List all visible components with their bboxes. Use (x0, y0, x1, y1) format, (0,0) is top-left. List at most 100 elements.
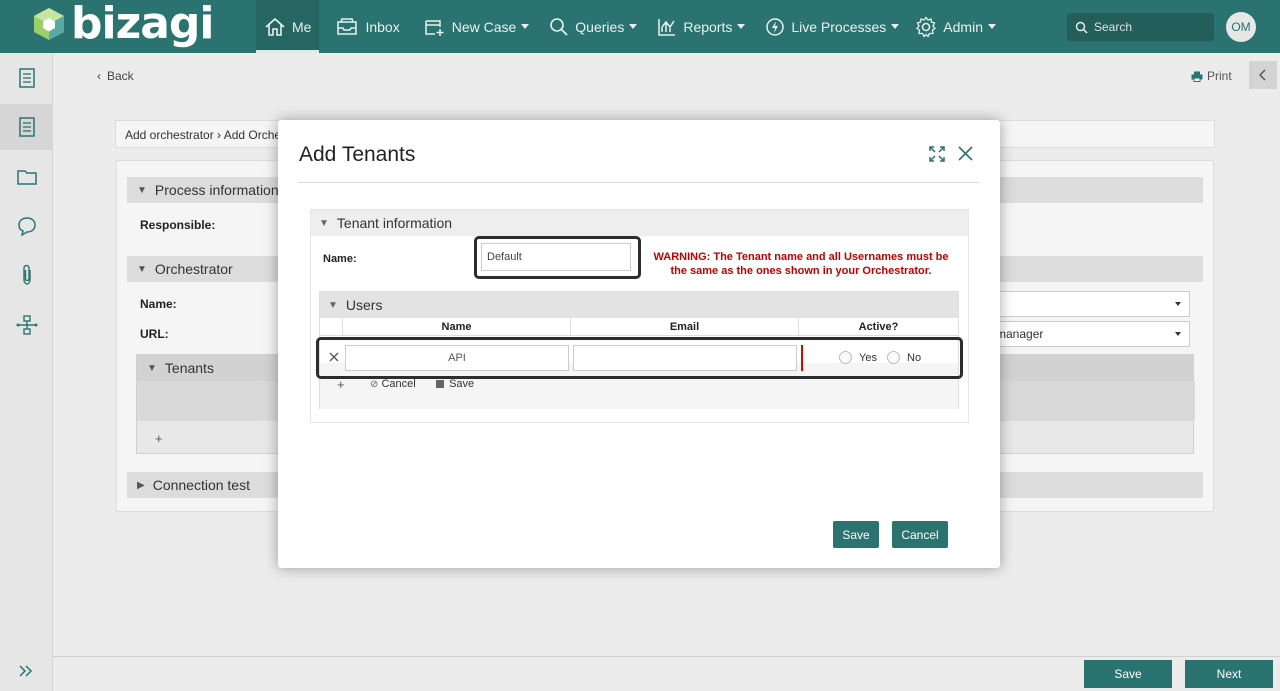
search-icon (1075, 21, 1088, 34)
orchestrator-url-label: URL: (140, 327, 169, 341)
print-label: Print (1207, 69, 1232, 83)
delete-row-icon[interactable] (329, 352, 339, 362)
save-icon (436, 380, 444, 389)
sidebar-item-workflow[interactable] (0, 302, 53, 348)
form-icon (18, 117, 35, 137)
footer-next-button[interactable]: Next (1185, 660, 1273, 688)
chevron-down-icon (521, 24, 530, 29)
users-header[interactable]: ▼ Users (320, 292, 958, 318)
back-link[interactable]: ‹ Back (97, 69, 134, 83)
row-cancel-button[interactable]: ⊘ Cancel (370, 378, 416, 390)
top-navigation-bar: bizagi Me Inbox New Case Queries Reports (0, 0, 1280, 53)
inbox-icon (337, 17, 358, 35)
tenants-add-button[interactable]: + (155, 431, 163, 446)
user-email-input[interactable] (573, 345, 797, 371)
chevron-down-icon: ▼ (319, 217, 329, 229)
tenant-information-panel: ▼ Tenant information Name: WARNING: The … (310, 209, 969, 423)
bolt-icon (766, 17, 785, 36)
nav-new-case[interactable]: New Case (416, 0, 538, 53)
modal-divider (298, 182, 979, 183)
chevron-right-icon: ▶ (137, 479, 145, 491)
home-icon (265, 17, 285, 36)
footer-save-button[interactable]: Save (1084, 660, 1172, 688)
chevron-down-icon (987, 24, 996, 29)
new-case-icon (424, 19, 444, 36)
orchestrator-url-select[interactable]: manager (985, 321, 1190, 347)
main-nav: Me Inbox New Case Queries Reports Live P… (256, 0, 1004, 53)
tenant-information-header[interactable]: ▼ Tenant information (311, 210, 968, 236)
modal-cancel-button[interactable]: Cancel (892, 521, 948, 548)
sidebar-item-form[interactable] (0, 104, 53, 150)
nav-admin-label: Admin (943, 18, 983, 35)
workflow-icon (16, 315, 37, 335)
column-name[interactable]: Name (342, 318, 570, 336)
gear-icon (916, 15, 937, 38)
chevron-down-icon: ▼ (328, 299, 338, 311)
nav-reports-label: Reports (683, 18, 733, 35)
double-chevron-right-icon[interactable] (18, 664, 34, 678)
column-email[interactable]: Email (570, 318, 798, 336)
search-box[interactable] (1067, 13, 1214, 41)
orchestrator-name-select[interactable]: t (985, 291, 1190, 317)
nav-reports[interactable]: Reports (649, 0, 753, 53)
nav-live-processes-label: Live Processes (791, 18, 887, 35)
chevron-down-icon: ▼ (147, 362, 157, 374)
expand-icon[interactable] (929, 146, 945, 162)
left-sidebar (0, 53, 53, 691)
sidebar-item-attachments[interactable] (0, 252, 53, 298)
bizagi-logo[interactable]: bizagi (33, 2, 214, 46)
row-cancel-label: Cancel (381, 378, 416, 390)
back-label: Back (107, 69, 134, 83)
folder-icon (16, 170, 37, 185)
active-yes-radio[interactable] (839, 351, 852, 364)
sidebar-item-summary[interactable] (0, 55, 53, 101)
column-active[interactable]: Active? (798, 318, 958, 336)
search-icon (550, 17, 568, 36)
sidebar-item-comments[interactable] (0, 203, 53, 249)
nav-inbox[interactable]: Inbox (327, 0, 407, 53)
comment-icon (17, 217, 36, 236)
group-process-information-label: Process information (154, 182, 279, 198)
avatar[interactable]: OM (1226, 12, 1256, 42)
nav-me[interactable]: Me (256, 0, 320, 53)
nav-admin[interactable]: Admin (907, 0, 1004, 53)
print-link[interactable]: Print (1191, 69, 1232, 83)
row-save-button[interactable]: Save (436, 378, 474, 390)
users-grid: ▼ Users Name Email Active? + ⊘ Cancel Sa… (316, 291, 963, 409)
collapse-panel-button[interactable] (1249, 61, 1277, 89)
nav-live-processes[interactable]: Live Processes (757, 0, 907, 53)
add-user-button[interactable]: + (337, 377, 345, 392)
chevron-down-icon: ▼ (137, 184, 147, 196)
user-name-input[interactable] (345, 345, 569, 371)
users-column-headers: Name Email Active? (320, 318, 958, 336)
sidebar-item-folder[interactable] (0, 154, 53, 200)
required-indicator (801, 345, 803, 371)
chart-icon (658, 18, 676, 36)
logo-cube-icon (34, 8, 64, 40)
document-icon (18, 68, 35, 88)
search-input[interactable] (1094, 20, 1204, 34)
nav-inbox-label: Inbox (365, 18, 400, 35)
close-icon[interactable] (958, 146, 973, 161)
add-tenants-modal: Add Tenants ▼ Tenant information Name: W… (278, 120, 1000, 568)
responsible-label: Responsible: (140, 218, 216, 232)
row-save-label: Save (449, 378, 475, 390)
warning-message: WARNING: The Tenant name and all Usernam… (653, 251, 949, 277)
chevron-left-icon: ‹ (97, 69, 101, 83)
bottom-action-bar: Save Next (53, 656, 1280, 691)
active-no-label: No (907, 352, 922, 364)
modal-save-button[interactable]: Save (833, 521, 879, 548)
active-yes-label: Yes (859, 352, 877, 364)
nav-new-case-label: New Case (451, 18, 517, 35)
nav-queries[interactable]: Queries (541, 0, 645, 53)
group-connection-test-label: Connection test (152, 477, 250, 493)
chevron-down-icon (737, 24, 746, 29)
active-no-radio[interactable] (887, 351, 900, 364)
chevron-left-icon (1259, 69, 1266, 81)
group-orchestrator-label: Orchestrator (154, 261, 233, 277)
chevron-down-icon (629, 24, 638, 29)
chevron-down-icon (891, 24, 900, 29)
nav-queries-label: Queries (575, 18, 625, 35)
tenant-name-input[interactable] (481, 243, 631, 271)
tenant-information-label: Tenant information (336, 215, 453, 231)
